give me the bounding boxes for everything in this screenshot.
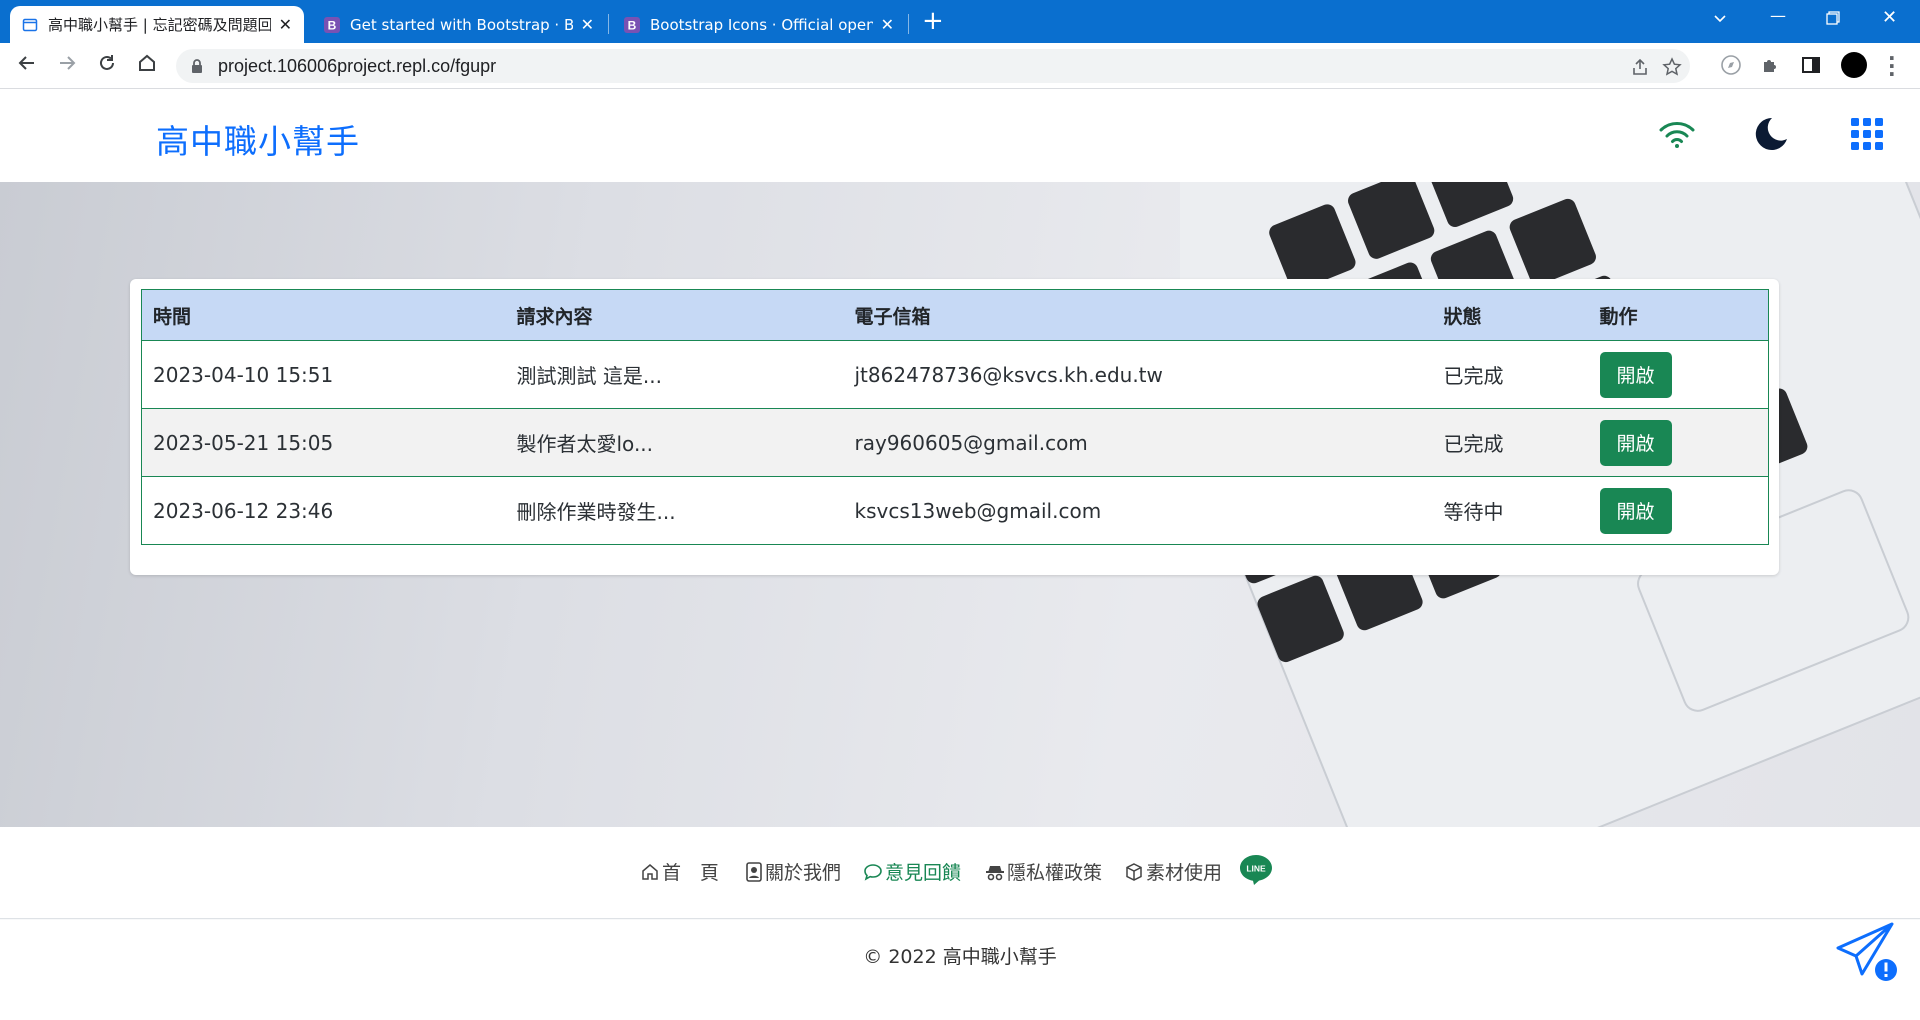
cell-time: 2023-05-21 15:05 bbox=[141, 408, 506, 477]
wifi-icon[interactable] bbox=[1658, 119, 1696, 149]
bootstrap-favicon-icon: B bbox=[624, 16, 640, 33]
column-header-email: 電子信箱 bbox=[843, 289, 1433, 341]
column-header-content: 請求內容 bbox=[505, 289, 844, 341]
column-header-status: 狀態 bbox=[1432, 289, 1589, 341]
share-icon[interactable] bbox=[1630, 57, 1650, 77]
url-text[interactable]: project.106006project.repl.co/fgupr bbox=[218, 56, 496, 77]
send-feedback-icon[interactable] bbox=[1834, 920, 1898, 984]
cell-action: 開啟 bbox=[1588, 340, 1769, 409]
tab-separator bbox=[608, 14, 609, 34]
footer-link-label: 素材使用 bbox=[1146, 862, 1223, 884]
copyright-text: © 2022 高中職小幫手 bbox=[863, 946, 1057, 968]
moon-icon[interactable] bbox=[1752, 115, 1790, 153]
cell-email: ray960605@gmail.com bbox=[843, 408, 1433, 477]
forward-icon[interactable] bbox=[54, 53, 80, 79]
page: 高中職小幫手 時間 請求內容 電子信箱 狀態 動作 2023-04-10 15:… bbox=[0, 89, 1920, 1020]
svg-text:B: B bbox=[328, 18, 337, 32]
address-toolbar: project.106006project.repl.co/fgupr bbox=[0, 43, 1920, 89]
bookmark-star-icon[interactable] bbox=[1662, 57, 1682, 77]
footer-link-label: 首 頁 bbox=[662, 862, 720, 884]
person-badge-icon bbox=[746, 861, 762, 882]
close-window-icon[interactable]: ✕ bbox=[1882, 7, 1897, 28]
back-icon[interactable] bbox=[14, 53, 40, 79]
request-card: 時間 請求內容 電子信箱 狀態 動作 2023-04-10 15:51 測試測試… bbox=[130, 279, 1779, 575]
cell-action: 開啟 bbox=[1588, 408, 1769, 477]
cell-email: ksvcs13web@gmail.com bbox=[843, 476, 1433, 545]
footer-link-feedback[interactable]: 意見回饋 bbox=[863, 858, 961, 885]
browser-tab-strip: 高中職小幫手 | 忘記密碼及問題回 ✕ B Get started with B… bbox=[0, 0, 1920, 43]
line-icon[interactable]: LINE bbox=[1238, 852, 1274, 888]
table-row: 2023-04-10 15:51 測試測試 這是... jt862478736@… bbox=[141, 340, 1769, 409]
incognito-icon bbox=[986, 865, 1004, 880]
footer-link-label: 關於我們 bbox=[765, 862, 842, 884]
restore-icon[interactable] bbox=[1826, 10, 1840, 29]
footer-link-label: 意見回饋 bbox=[885, 862, 962, 884]
profile-avatar[interactable] bbox=[1841, 52, 1867, 78]
footer-link-assets[interactable]: 素材使用 bbox=[1124, 858, 1222, 885]
lock-icon[interactable] bbox=[190, 58, 204, 74]
box-icon bbox=[1126, 862, 1142, 881]
site-brand[interactable]: 高中職小幫手 bbox=[156, 115, 360, 163]
home-icon[interactable] bbox=[134, 53, 160, 79]
request-table: 時間 請求內容 電子信箱 狀態 動作 2023-04-10 15:51 測試測試… bbox=[141, 289, 1769, 545]
footer-link-home[interactable]: 首 頁 bbox=[640, 858, 719, 885]
cell-status: 已完成 bbox=[1432, 340, 1589, 409]
tab-close-icon[interactable]: ✕ bbox=[881, 15, 894, 34]
cell-content: 刪除作業時發生... bbox=[505, 476, 844, 545]
table-row: 2023-05-21 15:05 製作者太愛lo... ray960605@gm… bbox=[141, 408, 1769, 477]
tab-close-icon[interactable]: ✕ bbox=[279, 15, 292, 34]
minimize-icon[interactable]: — bbox=[1770, 6, 1786, 25]
footer-link-label: 隱私權政策 bbox=[1007, 862, 1103, 884]
cell-content: 測試測試 這是... bbox=[505, 340, 844, 409]
page-favicon-icon bbox=[22, 18, 38, 31]
tab-close-icon[interactable]: ✕ bbox=[581, 15, 594, 34]
extensions-puzzle-icon[interactable] bbox=[1760, 54, 1782, 76]
line-label: LINE bbox=[1246, 864, 1266, 874]
tab-search-icon[interactable] bbox=[1712, 10, 1728, 30]
chat-icon bbox=[864, 863, 882, 881]
cell-email: jt862478736@ksvcs.kh.edu.tw bbox=[843, 340, 1433, 409]
tab-title: 高中職小幫手 | 忘記密碼及問題回 bbox=[48, 16, 271, 34]
tab-title: Get started with Bootstrap · Bo bbox=[350, 15, 573, 34]
cell-action: 開啟 bbox=[1588, 476, 1769, 545]
grid-icon[interactable] bbox=[1851, 118, 1883, 150]
svg-text:B: B bbox=[628, 18, 637, 32]
site-navbar: 高中職小幫手 bbox=[0, 89, 1920, 182]
open-button[interactable]: 開啟 bbox=[1599, 351, 1672, 398]
footer-nav: 首 頁 關於我們 意見回饋 隱私權政策 素材使用 LINE bbox=[0, 827, 1920, 919]
new-tab-button[interactable]: + bbox=[922, 8, 944, 34]
tab-bootstrap-icons[interactable]: B Bootstrap Icons · Official open ✕ bbox=[612, 6, 906, 43]
cell-time: 2023-06-12 23:46 bbox=[141, 476, 506, 545]
cell-content: 製作者太愛lo... bbox=[505, 408, 844, 477]
footer-link-privacy[interactable]: 隱私權政策 bbox=[985, 858, 1102, 885]
tab-separator bbox=[908, 14, 909, 34]
column-header-action: 動作 bbox=[1588, 289, 1769, 341]
table-header-row: 時間 請求內容 電子信箱 狀態 動作 bbox=[141, 289, 1769, 341]
footer-copyright: © 2022 高中職小幫手 bbox=[0, 920, 1920, 1020]
open-button[interactable]: 開啟 bbox=[1599, 419, 1672, 466]
browser-menu-icon[interactable]: · · · bbox=[1888, 48, 1896, 84]
house-icon bbox=[642, 863, 658, 880]
tab-bootstrap-docs[interactable]: B Get started with Bootstrap · Bo ✕ bbox=[312, 6, 606, 43]
tab-active[interactable]: 高中職小幫手 | 忘記密碼及問題回 ✕ bbox=[10, 6, 304, 43]
table-row: 2023-06-12 23:46 刪除作業時發生... ksvcs13web@g… bbox=[141, 476, 1769, 545]
cell-status: 等待中 bbox=[1432, 476, 1589, 545]
open-button[interactable]: 開啟 bbox=[1599, 487, 1672, 534]
column-header-time: 時間 bbox=[141, 289, 506, 341]
reload-icon[interactable] bbox=[94, 53, 120, 79]
tab-title: Bootstrap Icons · Official open bbox=[650, 15, 873, 34]
hero-background: 時間 請求內容 電子信箱 狀態 動作 2023-04-10 15:51 測試測試… bbox=[0, 182, 1920, 827]
cell-status: 已完成 bbox=[1432, 408, 1589, 477]
address-bar[interactable]: project.106006project.repl.co/fgupr bbox=[176, 49, 1690, 83]
cell-time: 2023-04-10 15:51 bbox=[141, 340, 506, 409]
footer-link-about[interactable]: 關於我們 bbox=[745, 858, 841, 885]
bootstrap-favicon-icon: B bbox=[324, 16, 340, 33]
side-panel-icon[interactable] bbox=[1800, 54, 1822, 76]
compass-extension-icon[interactable] bbox=[1720, 54, 1742, 76]
